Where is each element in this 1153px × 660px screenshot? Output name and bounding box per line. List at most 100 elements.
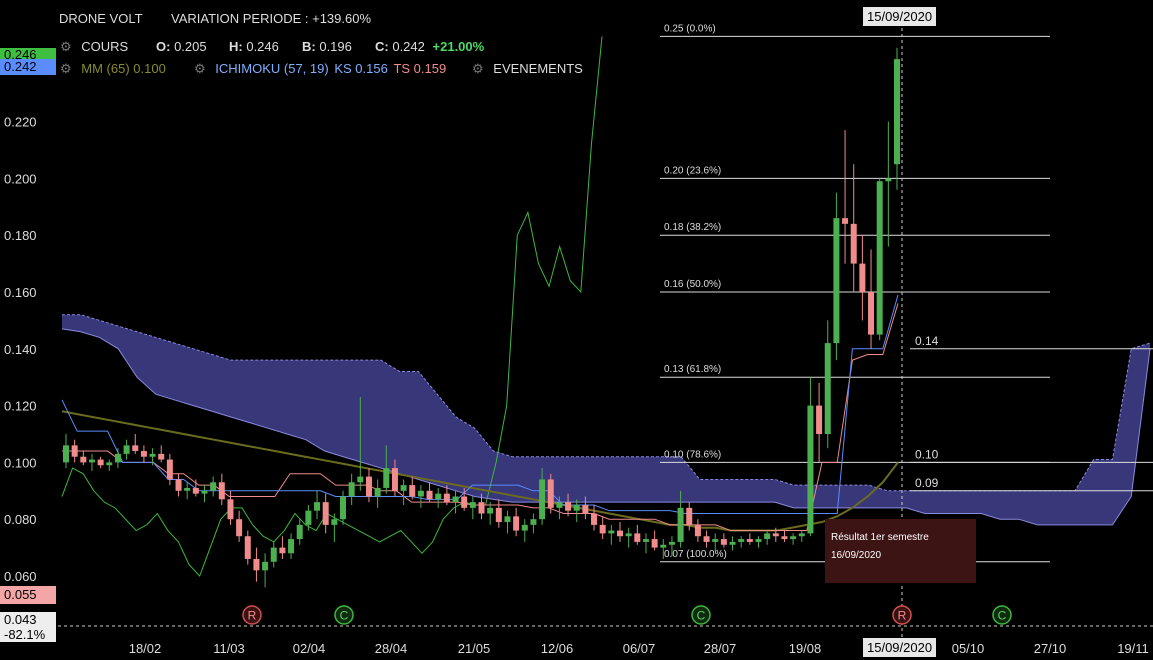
candle-body [270, 547, 277, 562]
candle-body [876, 181, 883, 335]
x-tick-label: 19/11 [1117, 641, 1149, 656]
gear-icon[interactable]: ⚙ [60, 39, 72, 54]
cursor-value-label: 0.043 [0, 612, 56, 627]
fibonacci-label: 0.13 (61.8%) [664, 364, 721, 375]
candle-body [218, 482, 225, 500]
candle-body [149, 453, 156, 457]
event-marker-letter: C [697, 609, 706, 623]
candle-body [340, 496, 346, 520]
candle-body [565, 502, 572, 511]
candle-body [642, 539, 649, 542]
candle-body [417, 490, 424, 497]
gear-icon[interactable]: ⚙ [60, 61, 72, 76]
candle-body [374, 487, 381, 497]
candle-body [894, 59, 900, 165]
candle-body [97, 459, 104, 466]
x-tick-label: 02/04 [293, 641, 326, 656]
fibonacci-label: 0.20 (23.6%) [664, 165, 721, 176]
candle-body [547, 479, 554, 508]
candle-body [71, 445, 78, 457]
candle-body [868, 292, 875, 335]
candle-body [668, 541, 675, 545]
y-tick-label: 0.200 [4, 171, 37, 186]
candle-body [391, 468, 398, 491]
candle-body [556, 502, 563, 508]
candle-body [192, 487, 199, 494]
candle-body [885, 178, 892, 182]
x-tick-label: 11/03 [213, 641, 245, 656]
candle-body [824, 343, 831, 434]
candle-body [140, 451, 147, 457]
candle-body [296, 524, 303, 540]
candle-body [487, 507, 494, 514]
candle-body [88, 459, 95, 463]
y-tick-label: 0.080 [4, 512, 37, 527]
candle-body [322, 502, 329, 525]
candle-body [530, 519, 537, 525]
candle-body [634, 533, 641, 542]
price-level-label: 0.09 [915, 476, 939, 490]
change-percent: +21.00% [432, 39, 485, 54]
candle-body [651, 539, 658, 548]
candle-body [573, 505, 580, 511]
candle-body [443, 493, 450, 503]
candle-body [201, 490, 208, 494]
candle-body [331, 519, 338, 525]
x-tick-label: 28/07 [704, 641, 737, 656]
y-tick-label: 0.120 [4, 399, 37, 414]
candle-body [755, 539, 762, 542]
mm-indicator[interactable]: MM (65) 0.100 [81, 61, 166, 76]
candle-body [617, 530, 623, 537]
y-tick-label: 0.100 [4, 455, 37, 470]
candle-body [798, 533, 805, 537]
candle-body [357, 476, 364, 483]
candle-body [210, 482, 217, 491]
candle-body [227, 499, 234, 520]
close-value: 0.242 [392, 39, 425, 54]
candle-body [591, 513, 598, 525]
gear-icon[interactable]: ⚙ [472, 61, 484, 76]
open-value: 0.205 [174, 39, 207, 54]
candle-body [262, 561, 269, 571]
event-marker-letter: R [898, 609, 907, 623]
candle-body [166, 459, 173, 480]
candle-body [850, 223, 857, 264]
event-marker-letter: C [340, 609, 349, 623]
x-tick-label: 06/07 [623, 641, 656, 656]
candle-body [365, 476, 372, 497]
candle-body [305, 510, 312, 525]
candle-body [582, 505, 589, 514]
candle-body [244, 536, 251, 559]
candle-body [504, 516, 511, 523]
candle-body [807, 405, 814, 534]
candle-body [712, 539, 719, 542]
candle-body [816, 405, 823, 434]
candle-body [469, 502, 476, 508]
y-tick-label: 0.160 [4, 285, 37, 300]
candle-body [288, 539, 295, 554]
price-level-label: 0.14 [915, 334, 939, 348]
candle-body [842, 218, 849, 224]
ichimoku-indicator[interactable]: ICHIMOKU (57, 19) [215, 61, 328, 76]
candle-body [738, 539, 745, 542]
gear-icon[interactable]: ⚙ [194, 61, 206, 76]
price-chart[interactable]: 0.060 0.080 0.100 0.120 0.140 0.160 0.180 0.200… [0, 0, 1153, 660]
candle-body [746, 539, 753, 542]
x-tick-label: 21/05 [458, 641, 491, 656]
candle-body [703, 536, 710, 542]
candle-body [114, 453, 121, 463]
price-level-label: 0.10 [915, 447, 939, 461]
candle-body [175, 479, 182, 491]
cursor-date-bottom: 15/09/2020 [863, 638, 937, 657]
candle-body [123, 445, 130, 454]
candle-body [694, 524, 701, 537]
x-tick-label: 28/04 [375, 641, 408, 656]
candle-body [409, 485, 416, 497]
evenements-toggle[interactable]: EVENEMENTS [493, 61, 583, 76]
high-key: H: [229, 39, 243, 54]
candle-body [132, 445, 139, 452]
low-value: 0.196 [319, 39, 352, 54]
y-tick-label: 0.220 [4, 115, 37, 130]
candle-body [764, 533, 771, 540]
candle-body [400, 485, 407, 491]
